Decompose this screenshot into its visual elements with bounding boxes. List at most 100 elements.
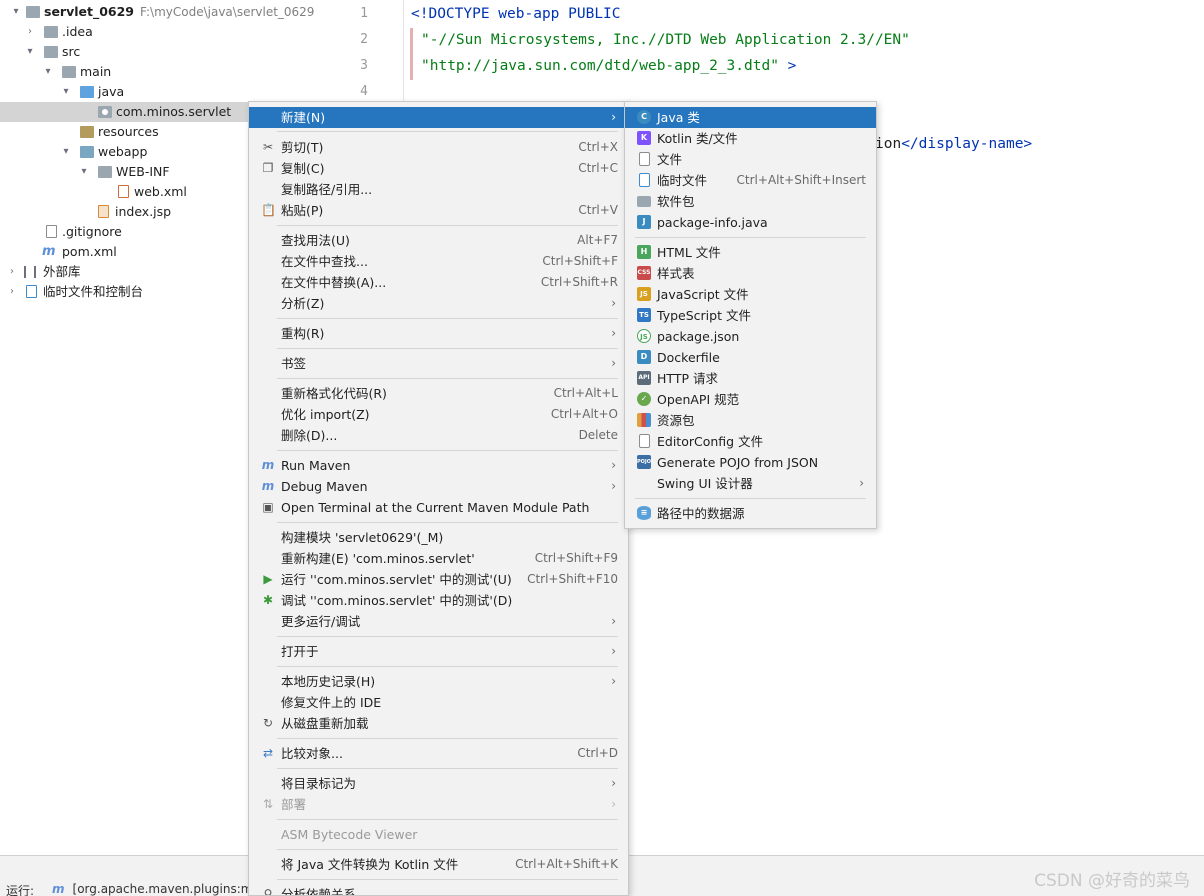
source-folder-icon	[80, 86, 94, 98]
chevron-down-icon[interactable]: ▾	[60, 82, 72, 102]
menu-separator	[277, 318, 618, 319]
folder-icon	[44, 46, 58, 58]
submenu-item-package-info[interactable]: Jpackage-info.java	[625, 212, 876, 233]
menu-item-analyze-deps[interactable]: ⚲ 分析依赖关系...	[249, 884, 628, 895]
run-item[interactable]: m [org.apache.maven.plugins:ma	[52, 882, 260, 896]
menu-item-new[interactable]: 新建(N) ›	[249, 107, 628, 128]
menu-item-debug-maven[interactable]: m Debug Maven ›	[249, 476, 628, 497]
chevron-right-icon: ›	[611, 797, 616, 811]
menu-item-asm-viewer[interactable]: ASM Bytecode Viewer	[249, 824, 628, 845]
chevron-right-icon: ›	[611, 356, 616, 370]
tree-item-idea[interactable]: › .idea	[0, 22, 346, 42]
menu-item-local-history[interactable]: 本地历史记录(H) ›	[249, 671, 628, 692]
menu-item-more-run-debug[interactable]: 更多运行/调试 ›	[249, 611, 628, 632]
submenu-item-resource-bundle[interactable]: 资源包	[625, 410, 876, 431]
submenu-item-file[interactable]: 文件	[625, 149, 876, 170]
tree-label: .gitignore	[62, 224, 122, 239]
menu-item-replace-in-files[interactable]: 在文件中替换(A)... Ctrl+Shift+R	[249, 272, 628, 293]
menu-label: HTTP 请求	[657, 371, 718, 386]
menu-item-reformat[interactable]: 重新格式化代码(R) Ctrl+Alt+L	[249, 383, 628, 404]
menu-item-copy-path[interactable]: 复制路径/引用...	[249, 179, 628, 200]
chevron-right-icon[interactable]: ›	[6, 262, 18, 282]
tree-item-java[interactable]: ▾ java	[0, 82, 346, 102]
tree-item-src[interactable]: ▾ src	[0, 42, 346, 62]
project-path: F:\myCode\java\servlet_0629	[140, 5, 315, 19]
chevron-down-icon[interactable]: ▾	[24, 42, 36, 62]
submenu-item-kotlin[interactable]: K Kotlin 类/文件	[625, 128, 876, 149]
tree-label: 外部库	[43, 264, 81, 279]
chevron-right-icon: ›	[611, 458, 616, 472]
submenu-item-data-source[interactable]: ≡ 路径中的数据源	[625, 503, 876, 524]
chevron-down-icon[interactable]: ▾	[78, 162, 90, 182]
submenu-item-swing-ui[interactable]: Swing UI 设计器 ›	[625, 473, 876, 494]
gitignore-file-icon	[46, 225, 57, 238]
chevron-down-icon[interactable]: ▾	[60, 142, 72, 162]
submenu-item-package-json[interactable]: JS package.json	[625, 326, 876, 347]
submenu-item-pojo[interactable]: POJO Generate POJO from JSON	[625, 452, 876, 473]
menu-label: 查找用法(U)	[281, 233, 350, 248]
menu-item-debug-tests[interactable]: ✱ 调试 ''com.minos.servlet' 中的测试'(D)	[249, 590, 628, 611]
menu-item-rebuild[interactable]: 重新构建(E) 'com.minos.servlet' Ctrl+Shift+F9	[249, 548, 628, 569]
submenu-item-javascript[interactable]: JS JavaScript 文件	[625, 284, 876, 305]
pojo-icon: POJO	[637, 455, 651, 469]
menu-item-open-in[interactable]: 打开于 ›	[249, 641, 628, 662]
chevron-right-icon: ›	[611, 326, 616, 340]
menu-label: 构建模块 'servlet0629'(_M)	[281, 530, 444, 545]
code-string: "http://java.sun.com/dtd/web-app_2_3.dtd…	[421, 58, 779, 74]
menu-item-analyze[interactable]: 分析(Z) ›	[249, 293, 628, 314]
menu-label: 软件包	[657, 194, 695, 209]
menu-separator	[277, 879, 618, 880]
terminal-icon: ▣	[262, 500, 274, 514]
submenu-item-java-class[interactable]: C Java 类	[625, 107, 876, 128]
menu-item-repair-ide[interactable]: 修复文件上的 IDE	[249, 692, 628, 713]
submenu-item-package[interactable]: 软件包	[625, 191, 876, 212]
xml-file-icon	[118, 185, 129, 198]
submenu-item-dockerfile[interactable]: D Dockerfile	[625, 347, 876, 368]
menu-label: Swing UI 设计器	[657, 476, 753, 491]
menu-item-deploy[interactable]: ⇅ 部署 ›	[249, 794, 628, 815]
menu-separator	[277, 849, 618, 850]
menu-label: 调试 ''com.minos.servlet' 中的测试'(D)	[281, 593, 513, 608]
menu-item-compare-with[interactable]: ⇄ 比较对象... Ctrl+D	[249, 743, 628, 764]
menu-shortcut: Ctrl+Shift+F	[542, 254, 618, 268]
tree-item-project[interactable]: ▾ servlet_0629 F:\myCode\java\servlet_062…	[0, 2, 346, 22]
menu-item-bookmarks[interactable]: 书签 ›	[249, 353, 628, 374]
chevron-right-icon: ›	[611, 296, 616, 310]
menu-item-delete[interactable]: 删除(D)... Delete	[249, 425, 628, 446]
typescript-icon: TS	[637, 308, 651, 322]
submenu-item-typescript[interactable]: TS TypeScript 文件	[625, 305, 876, 326]
debug-icon: ✱	[262, 593, 274, 607]
menu-label: OpenAPI 规范	[657, 392, 740, 407]
menu-item-find-usages[interactable]: 查找用法(U) Alt+F7	[249, 230, 628, 251]
menu-item-open-terminal[interactable]: ▣ Open Terminal at the Current Maven Modu…	[249, 497, 628, 518]
menu-item-find-in-files[interactable]: 在文件中查找... Ctrl+Shift+F	[249, 251, 628, 272]
submenu-item-http-request[interactable]: API HTTP 请求	[625, 368, 876, 389]
menu-item-run-tests[interactable]: ▶ 运行 ''com.minos.servlet' 中的测试'(U) Ctrl+Sh…	[249, 569, 628, 590]
submenu-item-openapi[interactable]: ✓ OpenAPI 规范	[625, 389, 876, 410]
resource-bundle-icon	[637, 413, 651, 427]
menu-item-build-module[interactable]: 构建模块 'servlet0629'(_M)	[249, 527, 628, 548]
submenu-item-html[interactable]: H HTML 文件	[625, 242, 876, 263]
tree-item-main[interactable]: ▾ main	[0, 62, 346, 82]
menu-item-reload-from-disk[interactable]: ↻ 从磁盘重新加载	[249, 713, 628, 734]
diff-marker	[410, 28, 413, 80]
menu-label: 将 Java 文件转换为 Kotlin 文件	[281, 857, 459, 872]
submenu-item-stylesheet[interactable]: CSS 样式表	[625, 263, 876, 284]
chevron-down-icon[interactable]: ▾	[10, 2, 22, 22]
menu-item-paste[interactable]: 📋 粘贴(P) Ctrl+V	[249, 200, 628, 221]
menu-label: HTML 文件	[657, 245, 721, 260]
submenu-item-scratch[interactable]: 临时文件 Ctrl+Alt+Shift+Insert	[625, 170, 876, 191]
chevron-down-icon[interactable]: ▾	[42, 62, 54, 82]
menu-item-optimize-imports[interactable]: 优化 import(Z) Ctrl+Alt+O	[249, 404, 628, 425]
menu-item-copy[interactable]: ❐ 复制(C) Ctrl+C	[249, 158, 628, 179]
menu-separator	[635, 237, 866, 238]
menu-item-mark-directory[interactable]: 将目录标记为 ›	[249, 773, 628, 794]
chevron-right-icon[interactable]: ›	[6, 282, 18, 302]
menu-item-run-maven[interactable]: m Run Maven ›	[249, 455, 628, 476]
chevron-right-icon[interactable]: ›	[24, 22, 36, 42]
menu-item-convert-to-kotlin[interactable]: 将 Java 文件转换为 Kotlin 文件 Ctrl+Alt+Shift+K	[249, 854, 628, 875]
tree-label: com.minos.servlet	[116, 104, 232, 119]
submenu-item-editorconfig[interactable]: EditorConfig 文件	[625, 431, 876, 452]
menu-item-cut[interactable]: ✂ 剪切(T) Ctrl+X	[249, 137, 628, 158]
menu-item-refactor[interactable]: 重构(R) ›	[249, 323, 628, 344]
